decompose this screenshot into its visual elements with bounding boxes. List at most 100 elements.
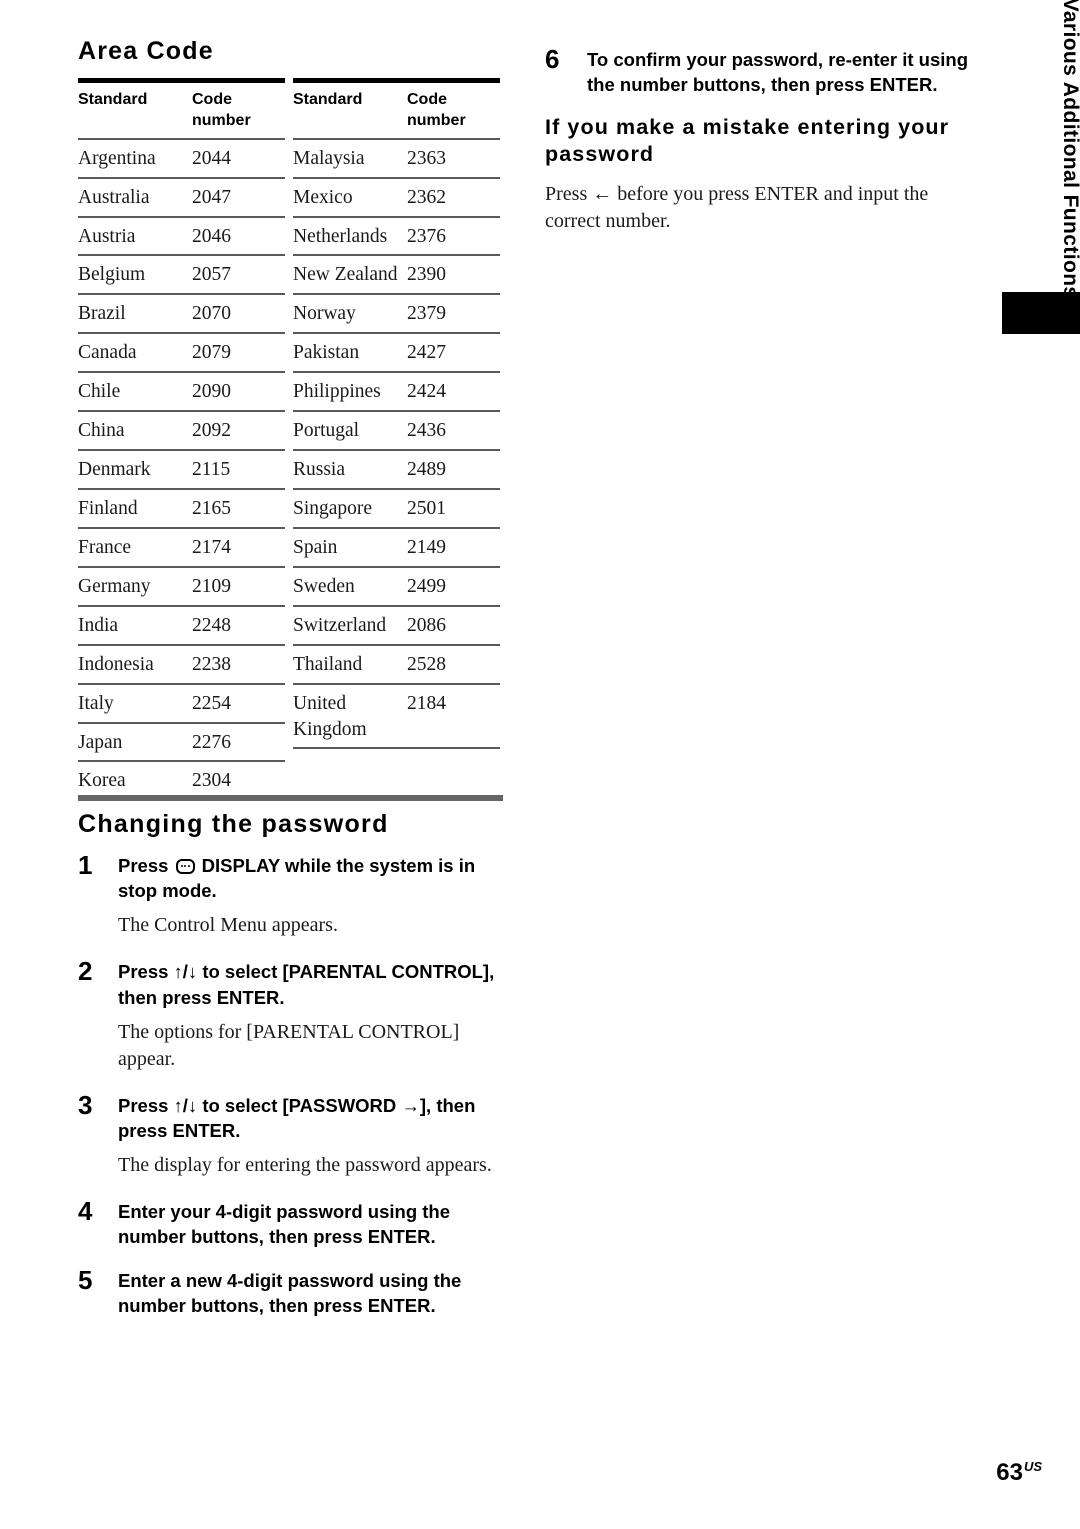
code-number-cell: 2501 <box>407 498 446 520</box>
table-row: Malaysia 2363 <box>293 140 500 179</box>
right-column: 6 To confirm your password, re-enter it … <box>545 45 975 235</box>
country-name-cell: Norway <box>293 303 356 325</box>
country-name-cell: Thailand <box>293 653 363 675</box>
code-number-cell: 2379 <box>407 303 446 325</box>
header-standard-label: Standard <box>78 90 148 108</box>
table-row: Russia 2489 <box>293 451 500 491</box>
code-number-cell: 2390 <box>407 264 446 286</box>
changing-password-title: Changing the password <box>78 810 389 838</box>
table-row: Canada 2079 <box>78 334 285 374</box>
country-name-cell: Netherlands <box>293 225 388 247</box>
code-number-cell: 2424 <box>407 381 446 403</box>
header-code-label-line2: number <box>192 111 251 129</box>
step-body: Enter a new 4-digit password using the n… <box>118 1266 503 1319</box>
manual-page: Area Code Standard Code number Argentina… <box>0 0 1080 1529</box>
country-name-cell: Australia <box>78 186 150 208</box>
step-instruction: To confirm your password, re-enter it us… <box>587 49 969 96</box>
display-icon <box>175 858 195 874</box>
table-row: Germany 2109 <box>78 568 285 607</box>
country-name-cell: Chile <box>78 381 121 403</box>
code-number-cell: 2109 <box>192 575 231 597</box>
code-number-cell: 2115 <box>192 459 231 481</box>
table-row: Sweden 2499 <box>293 568 500 607</box>
code-number-cell: 2092 <box>192 420 231 442</box>
table-row: Indonesia 2238 <box>78 646 285 685</box>
table-row: Switzerland 2086 <box>293 607 500 646</box>
step-item: 3 Press ↑/↓ to select [PASSWORD →], then… <box>78 1089 503 1193</box>
step-item: 1 Press DISPLAY while the system is in s… <box>78 850 503 953</box>
step-number: 3 <box>78 1089 93 1120</box>
country-name-cell: Finland <box>78 498 138 520</box>
country-name-cell: France <box>78 536 132 558</box>
step-item: 5 Enter a new 4-digit password using the… <box>78 1264 503 1319</box>
country-name-cell: Switzerland <box>293 614 387 636</box>
country-name-cell: Austria <box>78 225 136 247</box>
code-number-cell: 2427 <box>407 342 446 364</box>
code-number-cell: 2090 <box>192 381 231 403</box>
table-row: India 2248 <box>78 607 285 646</box>
header-cell-standard: Standard <box>78 89 192 131</box>
code-number-cell: 2046 <box>192 225 231 247</box>
step-item: 6 To confirm your password, re-enter it … <box>545 45 975 98</box>
step-number: 5 <box>78 1264 93 1295</box>
table-row: Austria 2046 <box>78 218 285 257</box>
code-number-cell: 2499 <box>407 575 446 597</box>
step-instruction: Press ↑/↓ to select [PARENTAL CONTROL], … <box>118 961 495 1008</box>
header-standard-label: Standard <box>293 90 363 108</box>
table-row: Denmark 2115 <box>78 451 285 491</box>
table-row: Mexico 2362 <box>293 179 500 218</box>
area-code-table-left: Standard Code number Argentina 2044 Austra… <box>78 77 285 802</box>
section-divider <box>78 795 503 801</box>
changing-password-section: Changing the password 1 Press DISPLAY wh… <box>78 795 503 1322</box>
country-name-cell: Russia <box>293 459 346 481</box>
step-item: 4 Enter your 4-digit password using the … <box>78 1197 503 1250</box>
country-name-cell: Germany <box>78 575 151 597</box>
step-instruction: Press ↑/↓ to select [PASSWORD →], then p… <box>118 1094 476 1141</box>
step-number: 4 <box>78 1196 93 1226</box>
mistake-section-body: Press ← before you press ENTER and input… <box>545 182 929 232</box>
left-column: Area Code Standard Code number Argentina… <box>78 37 508 802</box>
code-number-cell: 2057 <box>192 264 231 286</box>
step-body: Press DISPLAY while the system is in sto… <box>118 851 503 953</box>
code-number-cell: 2184 <box>407 692 446 714</box>
table-row: Belgium 2057 <box>78 256 285 296</box>
code-number-cell: 2436 <box>407 420 446 442</box>
step-body: Press ↑/↓ to select [PARENTAL CONTROL], … <box>118 957 503 1086</box>
country-name-cell: Philippines <box>293 381 381 403</box>
table-body-right: Malaysia 2363 Mexico 2362 Netherlands 2376 New… <box>293 140 500 750</box>
code-number-cell: 2489 <box>407 459 446 481</box>
step-body: Press ↑/↓ to select [PASSWORD →], then p… <box>118 1091 503 1193</box>
table-row: Singapore 2501 <box>293 490 500 529</box>
country-name-cell: Spain <box>293 536 338 558</box>
country-name-cell: Italy <box>78 692 114 714</box>
page-number-value: 63 <box>996 1459 1023 1486</box>
step-number: 2 <box>78 956 93 987</box>
table-body-left: Argentina 2044 Australia 2047 Austria 2046 Bel… <box>78 140 285 802</box>
header-cell-standard: Standard <box>293 89 407 131</box>
code-number-cell: 2070 <box>192 303 231 325</box>
code-number-cell: 2149 <box>407 536 446 558</box>
country-name-cell: Pakistan <box>293 342 360 364</box>
step-body: Enter your 4-digit password using the nu… <box>118 1197 503 1250</box>
code-number-cell: 2238 <box>192 653 231 675</box>
country-name-cell: Brazil <box>78 303 126 325</box>
country-name-cell: India <box>78 614 119 636</box>
table-row: China 2092 <box>78 412 285 452</box>
code-number-cell: 2362 <box>407 186 446 208</box>
code-number-cell: 2044 <box>192 147 231 169</box>
area-code-title: Area Code <box>78 37 214 65</box>
country-name-cell: United Kingdom <box>293 692 367 740</box>
country-name-cell: Canada <box>78 342 137 364</box>
country-name-cell: Belgium <box>78 264 146 286</box>
code-number-cell: 2165 <box>192 498 231 520</box>
table-header-row: Standard Code number <box>293 83 500 138</box>
header-code-label-line1: Code <box>192 90 232 108</box>
code-number-cell: 2086 <box>407 614 446 636</box>
table-row: Italy 2254 <box>78 685 285 724</box>
header-cell-code: Code number <box>407 89 500 131</box>
table-row: Pakistan 2427 <box>293 334 500 374</box>
country-name-cell: Korea <box>78 770 126 792</box>
table-row: Norway 2379 <box>293 295 500 335</box>
country-name-cell: Singapore <box>293 498 373 520</box>
step-item: 2 Press ↑/↓ to select [PARENTAL CONTROL]… <box>78 957 503 1086</box>
